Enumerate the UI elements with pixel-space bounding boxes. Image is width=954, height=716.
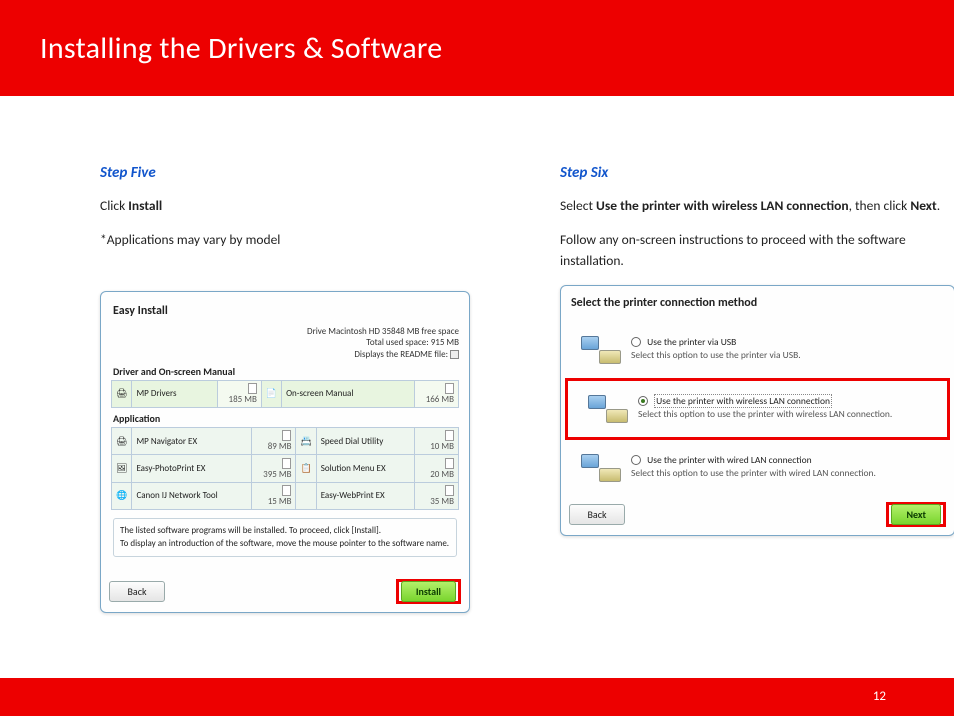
usb-icon [581, 336, 621, 364]
easy-install-dialog: Easy Install Drive Macintosh HD 35848 MB… [100, 291, 470, 614]
section-app-label: Application [113, 412, 459, 425]
step-six-column: Step Six Select Use the printer with wir… [560, 164, 954, 613]
dialog-title: Easy Install [113, 304, 459, 318]
install-notice: The listed software programs will be ins… [113, 518, 457, 557]
content-area: Step Five Click Install *Applications ma… [0, 96, 954, 613]
step-six-title: Step Six [560, 164, 954, 182]
application-table: 🖨MP Navigator EX89 MB 📇Speed Dial Utilit… [111, 427, 459, 510]
wired-icon [581, 454, 621, 482]
install-highlight: Install [396, 579, 461, 604]
connection-dialog: Select the printer connection method Use… [560, 285, 954, 536]
radio-wireless[interactable] [638, 396, 648, 406]
install-button[interactable]: Install [401, 581, 456, 602]
footer-bar: 12 [0, 678, 954, 716]
table-row[interactable]: 🖼Easy-PhotoPrint EX395 MB 📋Solution Menu… [112, 455, 459, 482]
step-six-instruction-2: Follow any on-screen instructions to pro… [560, 230, 954, 271]
table-row[interactable]: 🌐Canon IJ Network Tool15 MB Easy-WebPrin… [112, 482, 459, 509]
page-number: 12 [873, 689, 886, 704]
back-button[interactable]: Back [109, 581, 165, 602]
driver-table: 🖨 MP Drivers 185 MB 📄 On-screen Manual 1… [111, 380, 459, 408]
step-five-instruction-2: *Applications may vary by model [100, 230, 470, 250]
table-row[interactable]: 🖨 MP Drivers 185 MB 📄 On-screen Manual 1… [112, 380, 459, 407]
readme-icon[interactable] [450, 350, 459, 359]
manual-icon: 📄 [261, 380, 281, 407]
disk-info: Drive Macintosh HD 35848 MB free space T… [111, 326, 459, 361]
radio-usb[interactable] [631, 337, 641, 347]
option-wireless-highlight: Use the printer with wireless LAN connec… [565, 378, 950, 440]
next-button[interactable]: Next [891, 504, 941, 525]
doc-icon [445, 383, 454, 394]
step-five-instruction-1: Click Install [100, 196, 470, 216]
option-usb[interactable]: Use the printer via USB Select this opti… [567, 326, 948, 374]
next-highlight: Next [886, 502, 946, 527]
back-button[interactable]: Back [569, 504, 625, 525]
page-title: Installing the Drivers & Software [40, 30, 914, 67]
option-wireless[interactable]: Use the printer with wireless LAN connec… [574, 385, 941, 433]
doc-icon [248, 383, 257, 394]
printer-icon: 🖨 [112, 380, 132, 407]
section-driver-label: Driver and On-screen Manual [113, 365, 459, 378]
step-five-column: Step Five Click Install *Applications ma… [100, 164, 470, 613]
slide-header: Installing the Drivers & Software [0, 0, 954, 96]
dialog-title: Select the printer connection method [571, 296, 954, 310]
radio-wired[interactable] [631, 455, 641, 465]
table-row[interactable]: 🖨MP Navigator EX89 MB 📇Speed Dial Utilit… [112, 427, 459, 454]
step-six-instruction-1: Select Use the printer with wireless LAN… [560, 196, 954, 216]
dialog-footer: Back Install [101, 573, 469, 612]
step-five-title: Step Five [100, 164, 470, 182]
option-wired[interactable]: Use the printer with wired LAN connectio… [567, 444, 948, 492]
wireless-icon [588, 395, 628, 423]
dialog-footer: Back Next [561, 496, 954, 535]
